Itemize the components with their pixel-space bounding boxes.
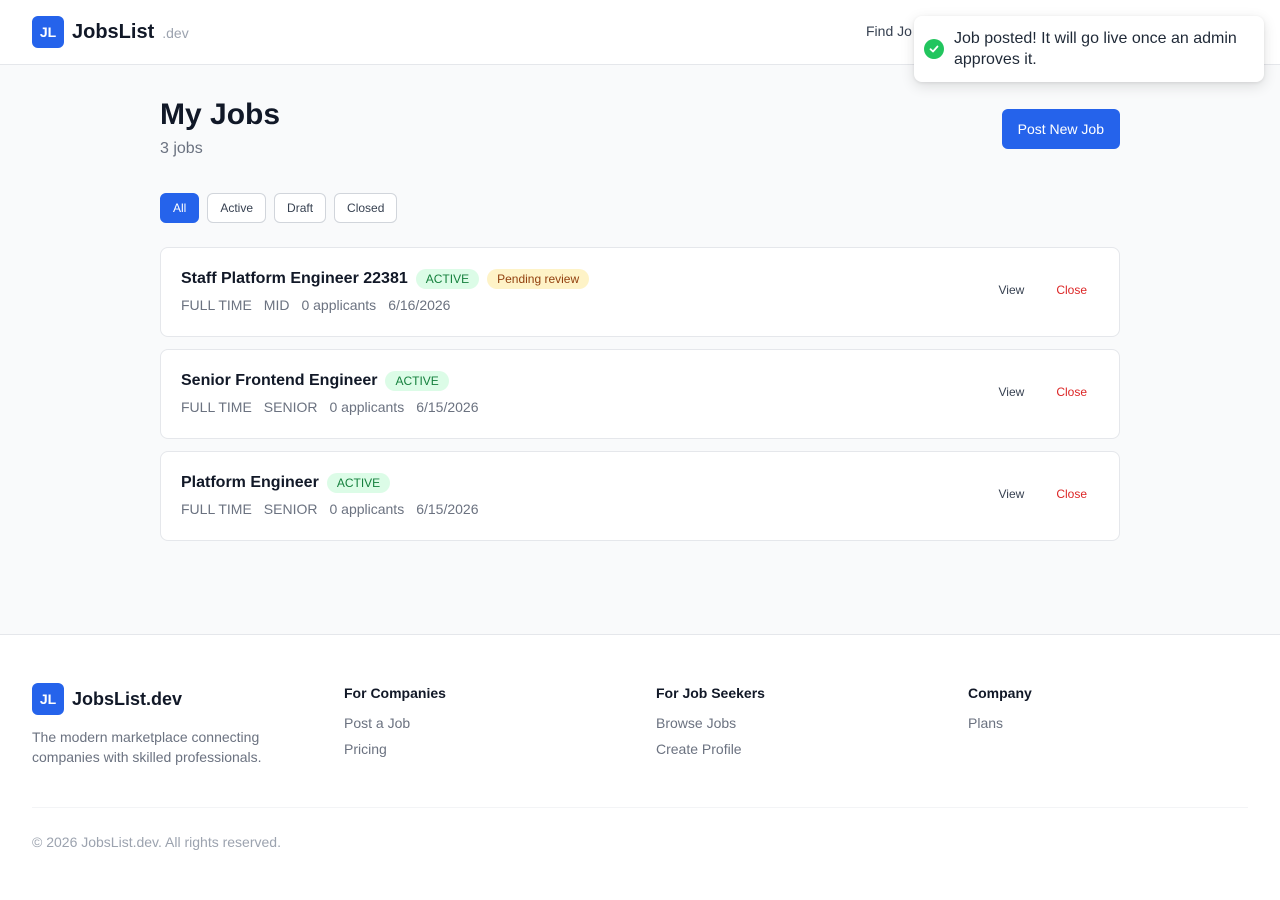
footer-col-job-seekers: For Job Seekers Browse Jobs Create Profi… [656,685,765,767]
job-title[interactable]: Staff Platform Engineer 22381 [181,270,408,288]
close-job-button[interactable]: Close [1044,485,1099,503]
job-list: Staff Platform Engineer 22381 ACTIVE Pen… [160,247,1120,553]
footer-col-company: Company Plans [968,685,1032,741]
view-job-button[interactable]: View [987,281,1037,299]
post-new-job-button[interactable]: Post New Job [1001,109,1120,149]
filter-draft[interactable]: Draft [274,193,327,223]
footer-brand-name[interactable]: JobsList.dev [72,689,182,710]
footer-tagline: The modern marketplace connecting compan… [32,729,262,765]
footer-logo[interactable]: JL [32,683,64,715]
close-job-button[interactable]: Close [1044,383,1099,401]
review-badge: Pending review [487,269,590,289]
job-title[interactable]: Platform Engineer [181,474,319,492]
job-applicants: 0 applicants [329,399,405,415]
copyright: © 2026 JobsList.dev. All rights reserved… [32,834,281,850]
filter-closed[interactable]: Closed [334,193,398,223]
job-date: 6/16/2026 [388,297,451,313]
success-toast: Job posted! It will go live once an admi… [914,16,1264,82]
job-date: 6/15/2026 [416,399,479,415]
status-filters: All Active Draft Closed [160,193,398,223]
job-level: SENIOR [263,399,318,415]
job-applicants: 0 applicants [301,297,377,313]
footer-divider [32,807,1248,808]
footer-link-create-profile[interactable]: Create Profile [656,741,765,757]
footer-link-pricing[interactable]: Pricing [344,741,446,757]
job-meta: FULL TIME SENIOR 0 applicants 6/15/2026 [181,501,479,517]
job-title[interactable]: Senior Frontend Engineer [181,372,377,390]
footer-col-title: For Job Seekers [656,685,765,701]
footer-link-post-job[interactable]: Post a Job [344,715,446,731]
nav-find-jobs[interactable]: Find Jo [866,23,912,39]
job-type: FULL TIME [181,501,252,517]
site-footer: JL JobsList.dev The modern marketplace c… [0,635,1280,899]
job-title-row: Senior Frontend Engineer ACTIVE [181,371,449,391]
job-meta: FULL TIME SENIOR 0 applicants 6/15/2026 [181,399,479,415]
filter-active[interactable]: Active [207,193,267,223]
filter-all[interactable]: All [160,193,200,223]
toast-message: Job posted! It will go live once an admi… [954,30,1237,68]
job-meta: FULL TIME MID 0 applicants 6/16/2026 [181,297,450,313]
job-level: MID [263,297,290,313]
job-count: 3 jobs [160,140,203,157]
footer-col-companies: For Companies Post a Job Pricing [344,685,446,767]
page-title: My Jobs [160,98,281,131]
job-date: 6/15/2026 [416,501,479,517]
job-applicants: 0 applicants [329,501,405,517]
job-type: FULL TIME [181,297,252,313]
job-level: SENIOR [263,501,318,517]
job-actions: View Close [987,281,1099,299]
brand-suffix: .dev [162,25,189,41]
footer-col-title: For Companies [344,685,446,701]
status-badge: ACTIVE [385,371,449,391]
view-job-button[interactable]: View [987,485,1037,503]
brand-name[interactable]: JobsList [72,21,154,44]
footer-col-title: Company [968,685,1032,701]
job-type: FULL TIME [181,399,252,415]
job-actions: View Close [987,383,1099,401]
status-badge: ACTIVE [415,269,480,289]
job-actions: View Close [987,485,1099,503]
view-job-button[interactable]: View [987,383,1037,401]
close-job-button[interactable]: Close [1044,281,1099,299]
check-circle-icon [924,39,944,59]
footer-link-browse-jobs[interactable]: Browse Jobs [656,715,765,731]
main-content: My Jobs 3 jobs Post New Job All Active D… [0,65,1280,635]
footer-brand-row: JL JobsList.dev [32,683,312,715]
job-title-row: Platform Engineer ACTIVE [181,473,391,493]
footer-link-plans[interactable]: Plans [968,715,1032,731]
job-card: Platform Engineer ACTIVE FULL TIME SENIO… [160,451,1120,541]
job-card: Staff Platform Engineer 22381 ACTIVE Pen… [160,247,1120,337]
status-badge: ACTIVE [326,473,391,493]
brand-logo[interactable]: JL [32,16,64,48]
job-card: Senior Frontend Engineer ACTIVE FULL TIM… [160,349,1120,439]
job-title-row: Staff Platform Engineer 22381 ACTIVE Pen… [181,269,590,289]
footer-brand: JL JobsList.dev The modern marketplace c… [32,683,312,767]
